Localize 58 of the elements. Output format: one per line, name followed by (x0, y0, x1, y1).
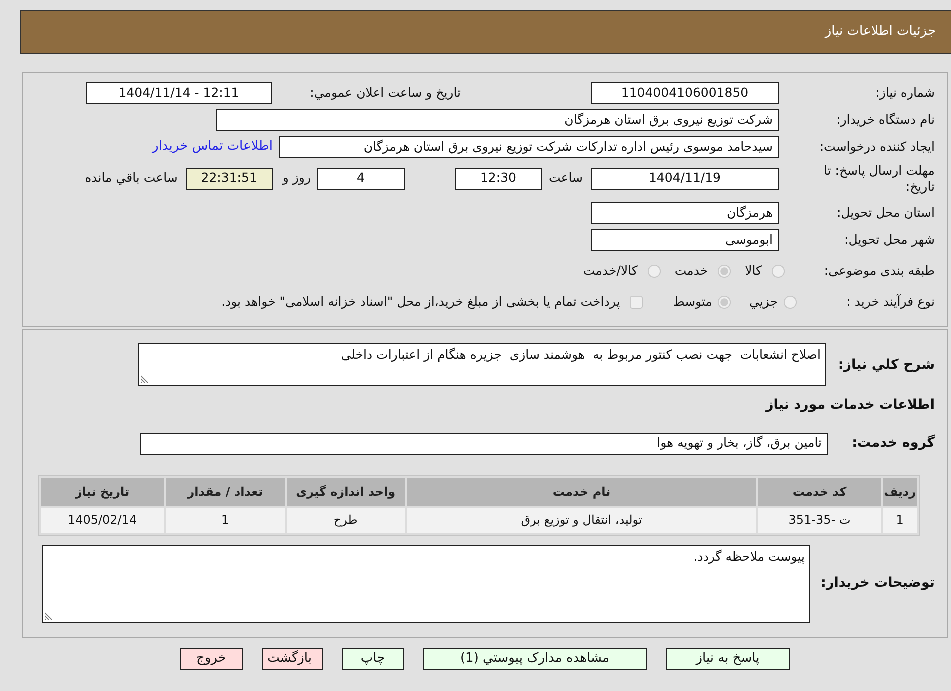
radio-label: کالا (745, 262, 762, 280)
page-button[interactable]: خروج (180, 648, 243, 670)
field-label: ایجاد کننده درخواست: (820, 139, 935, 154)
radio-label: خدمت (674, 262, 708, 280)
field-label: گروه خدمت: (852, 435, 935, 452)
column-header: تعداد / مقدار (166, 478, 285, 506)
countdown-field[interactable]: 22:31:51 (186, 168, 273, 190)
field-label: روز و (282, 169, 311, 188)
table-cell: ت -35-351 (758, 508, 882, 532)
field-label: مهلت ارسال پاسخ: تا تاریخ: (824, 163, 935, 194)
page-button[interactable]: مشاهده مدارک پیوستي (1) (423, 648, 647, 670)
table-cell: 1 (883, 508, 917, 532)
column-header: تاریخ نیاز (41, 478, 164, 506)
text-field[interactable]: 4 (316, 168, 405, 190)
field-label: استان محل تحویل: (836, 205, 935, 220)
field-label: شرح کلي نیاز: (838, 356, 935, 373)
field-label: طبقه بندی موضوعی: (824, 263, 935, 278)
text-field[interactable]: ابوموسی (591, 229, 779, 252)
field-label: نام دستگاه خریدار: (836, 112, 935, 128)
text-field[interactable]: 12:30 (454, 168, 542, 190)
text-field[interactable]: تامین برق، گاز، بخار و تهویه هوا (140, 432, 828, 454)
column-header: ردیف (883, 478, 917, 506)
field-label: شماره نیاز: (876, 85, 935, 100)
text-field[interactable]: 1104004106001850 (591, 82, 779, 104)
page-title: جزئیات اطلاعات نیاز (825, 23, 936, 42)
radio-label: متوسط (673, 292, 712, 311)
field-label: شهر محل تحویل: (844, 232, 935, 248)
page-button[interactable]: چاپ (342, 648, 404, 670)
notes-textarea[interactable]: پیوست ملاحظه گردد. (42, 544, 810, 622)
field-label: توضیحات خریدار: (821, 575, 935, 592)
text-field[interactable]: 1404/11/19 (591, 168, 779, 190)
text-field[interactable]: شرکت توزیع نیروی برق استان هرمزگان (216, 109, 779, 131)
field-label: تاریخ و ساعت اعلان عمومي: (310, 84, 461, 100)
text-field[interactable]: 1404/11/14 - 12:11 (86, 82, 272, 104)
section-heading: اطلاعات خدمات مورد نیاز (766, 396, 935, 416)
text-field[interactable]: سیدحامد موسوی رئیس اداره تدارکات شرکت توزیع نیروی برق استان هرمزگان (279, 136, 779, 158)
contact-link[interactable]: اطلاعات تماس خریدار (152, 137, 273, 157)
table-cell: طرح (286, 508, 406, 532)
resize-grip-icon[interactable] (141, 375, 149, 384)
field-label: نوع فرآیند خرید : (846, 294, 935, 310)
description-textarea[interactable]: اصلاح انشعابات جهت نصب کنتور مربوط به هوشمند سازی جزیره هنگام از اعتبارات داخلی (138, 343, 826, 386)
page-button[interactable]: پاسخ به نیاز (666, 648, 790, 670)
radio-label: جزيي (749, 292, 778, 311)
radio-label: کالا/خدمت (583, 262, 638, 280)
resize-grip-icon[interactable] (45, 612, 53, 620)
column-header: کد خدمت (758, 478, 882, 506)
description-text: اصلاح انشعابات جهت نصب کنتور مربوط به هوشمند سازی جزیره هنگام از اعتبارات داخلی (341, 347, 821, 362)
table-cell: 1 (166, 508, 285, 532)
column-header: واحد اندازه گیری (286, 478, 406, 506)
table-cell: تولید، انتقال و توزیع برق (407, 508, 756, 532)
field-label: ساعت (548, 169, 583, 188)
column-header: نام خدمت (407, 478, 756, 506)
text-field[interactable]: هرمزگان (591, 202, 779, 224)
table-cell: 1405/02/14 (41, 508, 164, 532)
field-label: ساعت باقي مانده (85, 169, 178, 188)
page-button[interactable]: بازگشت (262, 648, 323, 670)
checkbox-label: پرداخت تمام یا بخشی از مبلغ خرید،از محل "اسناد خزانه اسلامی" خواهد بود. (222, 292, 620, 311)
notes-text: پیوست ملاحظه گردد. (694, 548, 805, 564)
